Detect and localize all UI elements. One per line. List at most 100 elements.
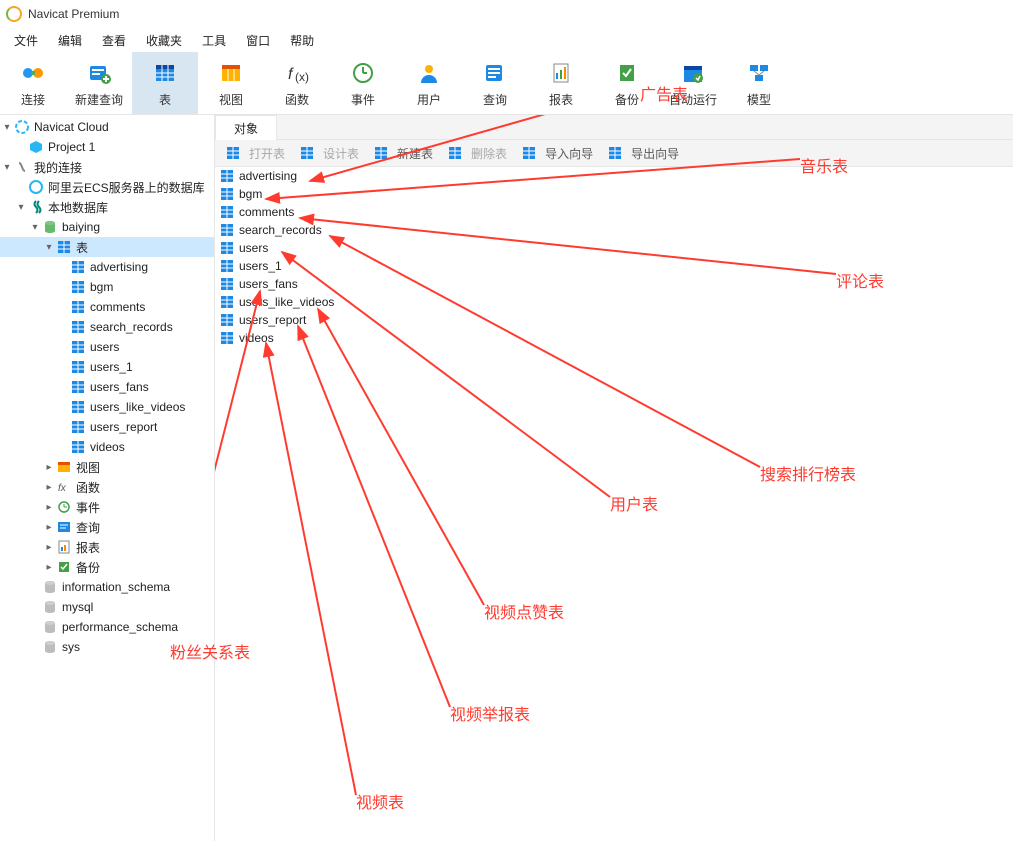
table-icon: [219, 258, 235, 274]
twisty-icon[interactable]: [42, 242, 56, 253]
tool-label: 用户: [417, 91, 441, 108]
tree-group-clock[interactable]: 事件: [0, 497, 214, 517]
tree-table-users_1[interactable]: users_1: [0, 357, 214, 377]
tool-clock[interactable]: 事件: [330, 52, 396, 114]
annotation-label: 音乐表: [800, 153, 848, 177]
twisty-icon[interactable]: [14, 202, 28, 213]
db-gray-icon: [42, 579, 58, 595]
objtool-导出向导[interactable]: 导出向导: [603, 145, 683, 162]
tree-table-bgm[interactable]: bgm: [0, 277, 214, 297]
object-users_like_videos[interactable]: users_like_videos: [215, 293, 1013, 311]
tool-model[interactable]: 模型: [726, 52, 792, 114]
tool-query[interactable]: 查询: [462, 52, 528, 114]
tree-label: users_fans: [90, 380, 149, 394]
tree-group-report[interactable]: 报表: [0, 537, 214, 557]
object-advertising[interactable]: advertising: [215, 167, 1013, 185]
objtool-新建表[interactable]: 新建表: [369, 145, 437, 162]
object-videos[interactable]: videos: [215, 329, 1013, 347]
app-icon: [6, 6, 22, 22]
tool-user[interactable]: 用户: [396, 52, 462, 114]
tree-table-search_records[interactable]: search_records: [0, 317, 214, 337]
sidebar-tree[interactable]: Navicat Cloud Project 1我的连接阿里云ECS服务器上的数据库…: [0, 115, 215, 841]
menu-view[interactable]: 查看: [92, 29, 136, 52]
table-icon: [219, 186, 235, 202]
twisty-icon[interactable]: [42, 522, 56, 533]
tool-fx[interactable]: f(x)函数: [264, 52, 330, 114]
twisty-icon[interactable]: [28, 222, 42, 233]
tree-table-comments[interactable]: comments: [0, 297, 214, 317]
tool-table[interactable]: 表: [132, 52, 198, 114]
tree-db-baiying[interactable]: baiying: [0, 217, 214, 237]
table-icon: [219, 222, 235, 238]
tree-my-connections[interactable]: 我的连接: [0, 157, 214, 177]
table-s-icon: [70, 399, 86, 415]
annotation-label: 粉丝关系表: [170, 639, 250, 663]
object-users_1[interactable]: users_1: [215, 257, 1013, 275]
tree-table-users[interactable]: users: [0, 337, 214, 357]
menu-help[interactable]: 帮助: [280, 29, 324, 52]
tree-table-users_like_videos[interactable]: users_like_videos: [0, 397, 214, 417]
menu-file[interactable]: 文件: [4, 29, 48, 52]
view-s-icon: [56, 459, 72, 475]
tool-query-new[interactable]: 新建查询: [66, 52, 132, 114]
tree-tables-node[interactable]: 表: [0, 237, 214, 257]
tree-label: 阿里云ECS服务器上的数据库: [48, 179, 205, 196]
object-toolbar: 打开表设计表新建表删除表导入向导导出向导: [215, 140, 1013, 167]
tree-table-videos[interactable]: videos: [0, 437, 214, 457]
tree-table-users_report[interactable]: users_report: [0, 417, 214, 437]
menu-edit[interactable]: 编辑: [48, 29, 92, 52]
tree-group-fx[interactable]: fx函数: [0, 477, 214, 497]
menu-fav[interactable]: 收藏夹: [136, 29, 192, 52]
twisty-icon[interactable]: [42, 542, 56, 553]
menu-tools[interactable]: 工具: [192, 29, 236, 52]
tree-conn-local[interactable]: 本地数据库: [0, 197, 214, 217]
table-s-icon: [70, 259, 86, 275]
objtool-导入向导[interactable]: 导入向导: [517, 145, 597, 162]
tool-label: 视图: [219, 91, 243, 108]
tree-db-information_schema[interactable]: information_schema: [0, 577, 214, 597]
object-users_report[interactable]: users_report: [215, 311, 1013, 329]
app-window: Navicat Premium 文件 编辑 查看 收藏夹 工具 窗口 帮助 连接…: [0, 0, 1013, 841]
object-users_fans[interactable]: users_fans: [215, 275, 1013, 293]
tree-group-view[interactable]: 视图: [0, 457, 214, 477]
tree-db-performance_schema[interactable]: performance_schema: [0, 617, 214, 637]
tree-navicat-cloud[interactable]: Navicat Cloud: [0, 117, 214, 137]
tree-label: search_records: [90, 320, 173, 334]
object-search_records[interactable]: search_records: [215, 221, 1013, 239]
tree-project[interactable]: Project 1: [0, 137, 214, 157]
tree-group-backup[interactable]: 备份: [0, 557, 214, 577]
twisty-icon[interactable]: [42, 462, 56, 473]
tool-label: 备份: [615, 91, 639, 108]
tree-label: Navicat Cloud: [34, 120, 109, 134]
tree-table-advertising[interactable]: advertising: [0, 257, 214, 277]
tab-label: 对象: [234, 120, 258, 137]
objtool-label: 新建表: [397, 145, 433, 162]
object-comments[interactable]: comments: [215, 203, 1013, 221]
db-gray-icon: [42, 599, 58, 615]
twisty-icon[interactable]: [42, 482, 56, 493]
svg-text:fx: fx: [58, 483, 67, 494]
query-new-icon: [85, 59, 113, 87]
tool-report[interactable]: 报表: [528, 52, 594, 114]
menu-window[interactable]: 窗口: [236, 29, 280, 52]
twisty-icon[interactable]: [42, 502, 56, 513]
twisty-icon[interactable]: [0, 162, 14, 173]
table-s-icon: [70, 379, 86, 395]
tree-group-query[interactable]: 查询: [0, 517, 214, 537]
tree-conn-aliyun[interactable]: 阿里云ECS服务器上的数据库: [0, 177, 214, 197]
object-users[interactable]: users: [215, 239, 1013, 257]
tool-plug[interactable]: 连接: [0, 52, 66, 114]
object-bgm[interactable]: bgm: [215, 185, 1013, 203]
tool-view[interactable]: 视图: [198, 52, 264, 114]
twisty-icon[interactable]: [0, 122, 14, 133]
table-icon: [607, 145, 623, 161]
tree-table-users_fans[interactable]: users_fans: [0, 377, 214, 397]
tree-label: users_like_videos: [90, 400, 185, 414]
tree-db-mysql[interactable]: mysql: [0, 597, 214, 617]
svg-text:(x): (x): [295, 70, 309, 84]
table-s-icon: [70, 359, 86, 375]
table-icon: [219, 204, 235, 220]
tab-objects[interactable]: 对象: [215, 115, 277, 140]
twisty-icon[interactable]: [42, 562, 56, 573]
object-label: users_fans: [239, 277, 298, 291]
